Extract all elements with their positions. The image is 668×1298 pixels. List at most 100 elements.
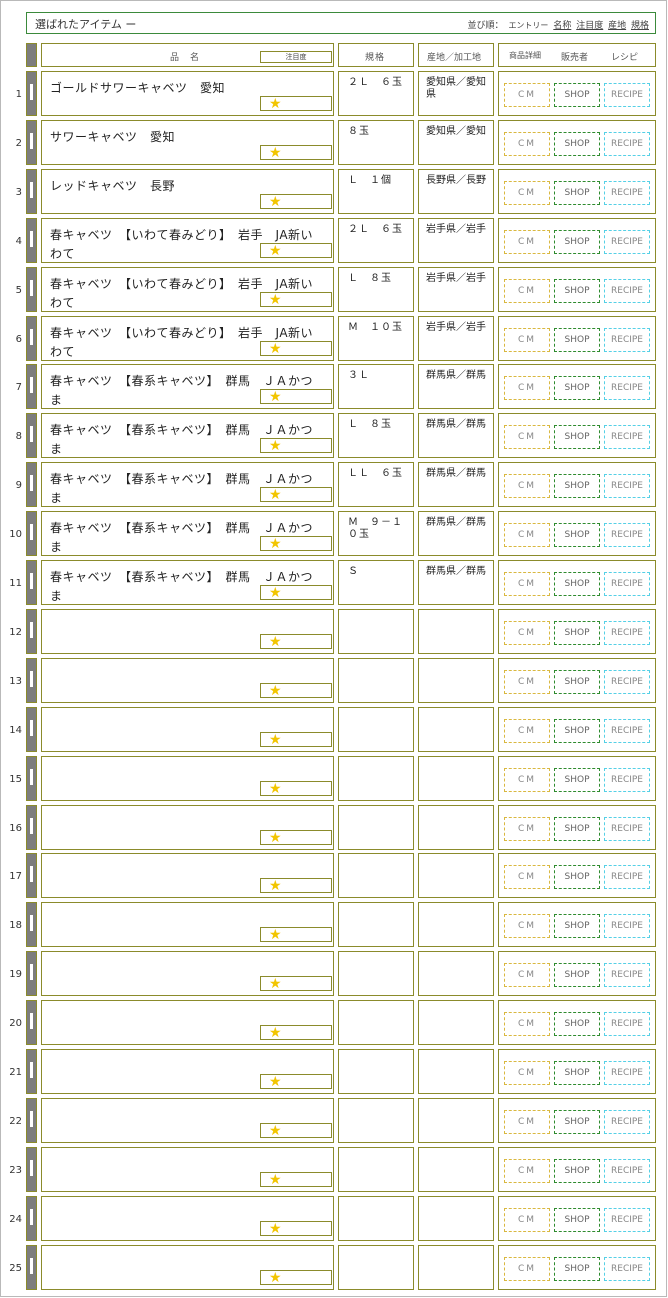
shop-button[interactable]: SHOP	[554, 230, 600, 254]
attention-rating[interactable]: ★	[260, 1172, 332, 1188]
recipe-button[interactable]: RECIPE	[604, 1012, 650, 1036]
sort-name-link[interactable]: 名称	[553, 21, 571, 31]
shop-button[interactable]: SHOP	[554, 132, 600, 156]
drag-handle[interactable]	[26, 218, 37, 263]
drag-handle[interactable]	[26, 511, 37, 556]
sort-entry-link[interactable]: エントリー	[508, 21, 548, 30]
drag-handle[interactable]	[26, 756, 37, 801]
cm-button[interactable]: CM	[504, 572, 550, 596]
recipe-button[interactable]: RECIPE	[604, 1061, 650, 1085]
drag-handle[interactable]	[26, 853, 37, 898]
attention-rating[interactable]: ★	[260, 1025, 332, 1041]
drag-handle[interactable]	[26, 1245, 37, 1290]
drag-handle[interactable]	[26, 560, 37, 605]
recipe-button[interactable]: RECIPE	[604, 719, 650, 743]
shop-button[interactable]: SHOP	[554, 523, 600, 547]
cm-button[interactable]: CM	[504, 1257, 550, 1281]
attention-rating[interactable]: ★	[260, 1074, 332, 1090]
recipe-button[interactable]: RECIPE	[604, 279, 650, 303]
recipe-button[interactable]: RECIPE	[604, 376, 650, 400]
cm-button[interactable]: CM	[504, 865, 550, 889]
recipe-button[interactable]: RECIPE	[604, 328, 650, 352]
attention-sort-button[interactable]: 注目度	[260, 51, 332, 63]
attention-rating[interactable]: ★	[260, 1221, 332, 1237]
drag-handle[interactable]	[26, 1098, 37, 1143]
recipe-button[interactable]: RECIPE	[604, 523, 650, 547]
drag-handle[interactable]	[26, 1000, 37, 1045]
attention-rating[interactable]: ★	[260, 1123, 332, 1139]
shop-button[interactable]: SHOP	[554, 1012, 600, 1036]
recipe-button[interactable]: RECIPE	[604, 914, 650, 938]
cm-button[interactable]: CM	[504, 523, 550, 547]
recipe-button[interactable]: RECIPE	[604, 572, 650, 596]
sort-origin-link[interactable]: 産地	[608, 21, 626, 31]
recipe-button[interactable]: RECIPE	[604, 474, 650, 498]
cm-button[interactable]: CM	[504, 1159, 550, 1183]
cm-button[interactable]: CM	[504, 963, 550, 987]
cm-button[interactable]: CM	[504, 279, 550, 303]
cm-button[interactable]: CM	[504, 328, 550, 352]
shop-button[interactable]: SHOP	[554, 621, 600, 645]
recipe-button[interactable]: RECIPE	[604, 865, 650, 889]
cm-button[interactable]: CM	[504, 621, 550, 645]
cm-button[interactable]: CM	[504, 181, 550, 205]
attention-rating[interactable]: ★	[260, 145, 332, 161]
cm-button[interactable]: CM	[504, 670, 550, 694]
shop-button[interactable]: SHOP	[554, 1208, 600, 1232]
cm-button[interactable]: CM	[504, 425, 550, 449]
cm-button[interactable]: CM	[504, 376, 550, 400]
shop-button[interactable]: SHOP	[554, 83, 600, 107]
shop-button[interactable]: SHOP	[554, 425, 600, 449]
attention-rating[interactable]: ★	[260, 292, 332, 308]
drag-handle[interactable]	[26, 364, 37, 409]
recipe-button[interactable]: RECIPE	[604, 963, 650, 987]
shop-button[interactable]: SHOP	[554, 572, 600, 596]
recipe-button[interactable]: RECIPE	[604, 181, 650, 205]
recipe-button[interactable]: RECIPE	[604, 1110, 650, 1134]
attention-rating[interactable]: ★	[260, 927, 332, 943]
attention-rating[interactable]: ★	[260, 438, 332, 454]
drag-handle[interactable]	[26, 658, 37, 703]
recipe-button[interactable]: RECIPE	[604, 1208, 650, 1232]
cm-button[interactable]: CM	[504, 768, 550, 792]
drag-handle[interactable]	[26, 609, 37, 654]
drag-handle[interactable]	[26, 267, 37, 312]
recipe-button[interactable]: RECIPE	[604, 817, 650, 841]
attention-rating[interactable]: ★	[260, 830, 332, 846]
attention-rating[interactable]: ★	[260, 781, 332, 797]
recipe-button[interactable]: RECIPE	[604, 1159, 650, 1183]
shop-button[interactable]: SHOP	[554, 914, 600, 938]
attention-rating[interactable]: ★	[260, 243, 332, 259]
shop-button[interactable]: SHOP	[554, 817, 600, 841]
shop-button[interactable]: SHOP	[554, 376, 600, 400]
cm-button[interactable]: CM	[504, 474, 550, 498]
drag-handle[interactable]	[26, 413, 37, 458]
drag-handle[interactable]	[26, 707, 37, 752]
attention-rating[interactable]: ★	[260, 96, 332, 112]
shop-button[interactable]: SHOP	[554, 1061, 600, 1085]
attention-rating[interactable]: ★	[260, 585, 332, 601]
cm-button[interactable]: CM	[504, 1208, 550, 1232]
drag-handle[interactable]	[26, 71, 37, 116]
drag-handle[interactable]	[26, 1147, 37, 1192]
drag-handle[interactable]	[26, 1049, 37, 1094]
cm-button[interactable]: CM	[504, 914, 550, 938]
cm-button[interactable]: CM	[504, 230, 550, 254]
cm-button[interactable]: CM	[504, 1061, 550, 1085]
drag-handle[interactable]	[26, 805, 37, 850]
shop-button[interactable]: SHOP	[554, 181, 600, 205]
shop-button[interactable]: SHOP	[554, 865, 600, 889]
recipe-button[interactable]: RECIPE	[604, 425, 650, 449]
attention-rating[interactable]: ★	[260, 1270, 332, 1286]
recipe-button[interactable]: RECIPE	[604, 132, 650, 156]
drag-handle[interactable]	[26, 462, 37, 507]
drag-handle[interactable]	[26, 951, 37, 996]
recipe-button[interactable]: RECIPE	[604, 768, 650, 792]
shop-button[interactable]: SHOP	[554, 474, 600, 498]
drag-handle[interactable]	[26, 120, 37, 165]
drag-handle[interactable]	[26, 902, 37, 947]
shop-button[interactable]: SHOP	[554, 1257, 600, 1281]
cm-button[interactable]: CM	[504, 83, 550, 107]
shop-button[interactable]: SHOP	[554, 719, 600, 743]
attention-rating[interactable]: ★	[260, 341, 332, 357]
